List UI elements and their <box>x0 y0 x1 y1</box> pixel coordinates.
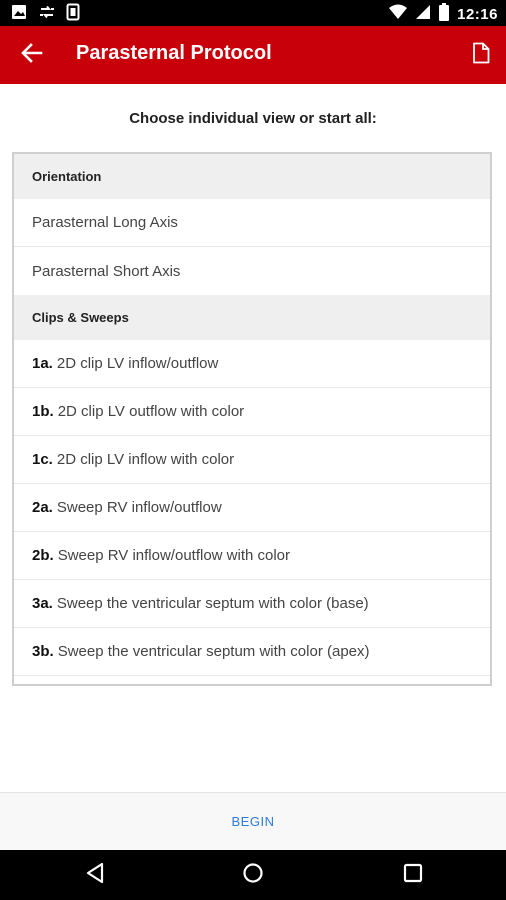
home-circle-icon <box>242 862 264 889</box>
list-item-number: 3b. <box>32 643 54 660</box>
bottom-action-bar: BEGIN <box>0 792 506 850</box>
wifi-icon <box>389 4 408 25</box>
list-item-label: Parasternal Long Axis <box>32 214 178 231</box>
list-item-number: 2b. <box>32 547 54 564</box>
screen: 12:16 Parasternal Protocol Choose indivi… <box>0 0 506 900</box>
list-item-1b[interactable]: 1b. 2D clip LV outflow with color <box>14 388 490 436</box>
list-item-number: 2a. <box>32 499 53 516</box>
list-item-label: Sweep the ventricular septum with color … <box>57 643 370 660</box>
list-item-1a[interactable]: 1a. 2D clip LV inflow/outflow <box>14 340 490 388</box>
list-item-label: 2D clip LV inflow with color <box>56 451 235 468</box>
status-time: 12:16 <box>457 6 498 23</box>
list-item-2b[interactable]: 2b. Sweep RV inflow/outflow with color <box>14 532 490 580</box>
list-item-label: 2D clip LV inflow/outflow <box>56 355 219 372</box>
page-title: Parasternal Protocol <box>76 42 272 64</box>
sim-icon <box>66 3 80 26</box>
prompt-text: Choose individual view or start all: <box>129 110 377 127</box>
section-header-clips-sweeps: Clips & Sweeps <box>14 295 490 340</box>
status-bar: 12:16 <box>0 0 506 26</box>
battery-icon <box>439 3 450 26</box>
list-item-label: Sweep the ventricular septum with color … <box>56 595 369 612</box>
document-icon <box>472 42 490 69</box>
list-item-2a[interactable]: 2a. Sweep RV inflow/outflow <box>14 484 490 532</box>
list-item-label: Parasternal Short Axis <box>32 262 181 280</box>
section-header-orientation: Orientation <box>14 154 490 199</box>
status-right: 12:16 <box>389 3 498 26</box>
list-item-1c[interactable]: 1c. 2D clip LV inflow with color <box>14 436 490 484</box>
list-item-label: Sweep RV inflow/outflow <box>56 499 222 516</box>
back-triangle-icon <box>85 862 105 889</box>
nav-back-button[interactable] <box>82 862 108 888</box>
arrow-left-icon <box>21 42 43 68</box>
back-button[interactable] <box>16 40 48 70</box>
document-button[interactable] <box>466 40 496 70</box>
list-item-label: 2D clip LV outflow with color <box>57 403 245 420</box>
sync-icon <box>38 3 56 26</box>
list-item-parasternal-short-axis[interactable]: Parasternal Short Axis <box>14 247 490 295</box>
status-left <box>10 3 80 26</box>
cell-signal-icon <box>415 4 431 25</box>
nav-home-button[interactable] <box>240 862 266 888</box>
system-nav-bar <box>0 850 506 900</box>
list-item-number: 1b. <box>32 403 54 420</box>
nav-recents-button[interactable] <box>400 862 426 888</box>
list-item-3b[interactable]: 3b. Sweep the ventricular septum with co… <box>14 628 490 676</box>
view-list: Orientation Parasternal Long Axis Parast… <box>12 152 492 686</box>
list-item-number: 3a. <box>32 595 53 612</box>
list-item-3a[interactable]: 3a. Sweep the ventricular septum with co… <box>14 580 490 628</box>
app-bar: Parasternal Protocol <box>0 26 506 84</box>
list-item-label: Sweep RV inflow/outflow with color <box>57 547 291 564</box>
recents-square-icon <box>403 863 423 888</box>
list-item-number: 1c. <box>32 451 53 468</box>
photo-icon <box>10 3 28 26</box>
list-item-number: 1a. <box>32 355 53 372</box>
list-item-parasternal-long-axis[interactable]: Parasternal Long Axis <box>14 199 490 247</box>
begin-button[interactable]: BEGIN <box>232 814 275 829</box>
